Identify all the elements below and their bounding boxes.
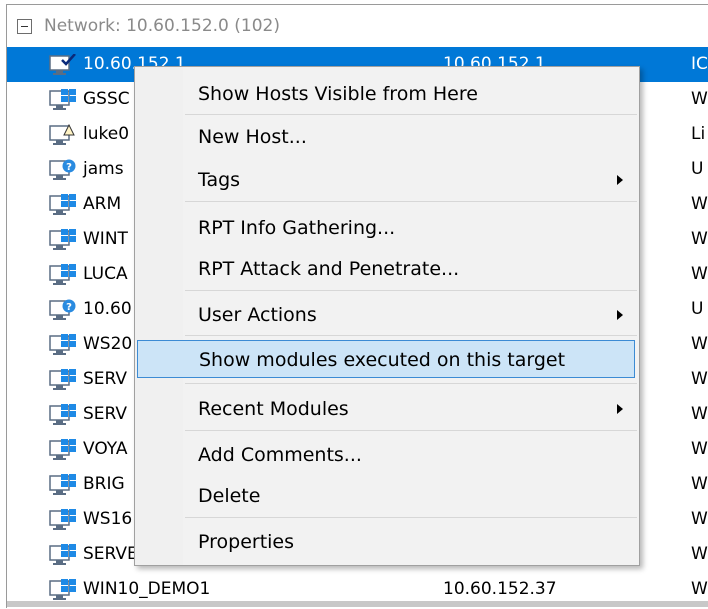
windows-host-icon [49, 89, 77, 111]
host-os: U [691, 299, 704, 319]
host-os: Li [691, 124, 706, 144]
host-os: W [691, 579, 708, 599]
menu-item-add-comments[interactable]: Add Comments... [135, 435, 639, 473]
host-os: W [691, 264, 708, 284]
menu-item-label: Delete [198, 485, 261, 507]
horizontal-scrollbar[interactable] [7, 601, 708, 607]
host-name: SERV [83, 369, 128, 389]
menu-item-new-host[interactable]: New Host... [135, 117, 639, 155]
windows-host-icon [49, 509, 77, 531]
menu-item-recent-modules[interactable]: Recent Modules [135, 389, 639, 427]
host-name: VOYA [83, 439, 128, 459]
host-name: ARM [83, 194, 122, 214]
collapse-icon[interactable] [17, 18, 32, 34]
svg-text:?: ? [66, 162, 72, 173]
menu-separator [185, 114, 637, 115]
host-name: LUCA [83, 264, 128, 284]
host-name: GSSC [83, 89, 130, 109]
menu-separator [185, 335, 637, 336]
host-name: WS20 [83, 334, 133, 354]
windows-host-icon [49, 264, 77, 286]
menu-item-label: Properties [198, 531, 295, 553]
network-label: Network: 10.60.152.0 (102) [44, 16, 280, 36]
host-os: W [691, 369, 708, 389]
windows-host-icon [49, 474, 77, 496]
menu-item-user-actions[interactable]: User Actions [135, 295, 639, 333]
menu-item-label: Add Comments... [198, 444, 362, 466]
windows-host-icon [49, 194, 77, 216]
menu-separator [185, 290, 637, 291]
host-os: W [691, 544, 708, 564]
menu-item-label: Show modules executed on this target [199, 349, 566, 371]
host-os: W [691, 229, 708, 249]
menu-item-label: Recent Modules [198, 398, 349, 420]
context-menu: Show Hosts Visible from Here New Host... T… [134, 66, 640, 566]
menu-separator [185, 517, 637, 518]
windows-host-icon [49, 579, 77, 601]
host-os: W [691, 474, 708, 494]
monitor-check-icon [49, 53, 77, 76]
windows-host-icon [49, 404, 77, 426]
windows-host-icon [49, 229, 77, 251]
unknown-host-icon: ? [49, 159, 77, 181]
menu-item-show-hosts-visible-from-here[interactable]: Show Hosts Visible from Here [135, 74, 639, 112]
menu-item-show-modules-executed-on-this-target[interactable]: Show modules executed on this target [137, 340, 635, 378]
menu-separator [185, 430, 637, 431]
host-name: SERV [83, 404, 128, 424]
host-ip: 10.60.152.37 [443, 579, 557, 599]
menu-item-delete[interactable]: Delete [135, 476, 639, 514]
menu-item-tags[interactable]: Tags [135, 160, 639, 198]
menu-item-label: New Host... [198, 126, 307, 148]
menu-separator [185, 201, 637, 202]
host-os: W [691, 404, 708, 424]
menu-item-label: Show Hosts Visible from Here [198, 83, 478, 105]
host-os: W [691, 439, 708, 459]
host-name: luke0 [83, 124, 130, 144]
unknown-host-icon: ? [49, 299, 77, 321]
host-name: BRIG [83, 474, 125, 494]
windows-host-icon [49, 334, 77, 356]
host-os: W [691, 509, 708, 529]
host-name: WS16 [83, 509, 133, 529]
linux-host-icon [49, 123, 77, 146]
host-name: WINT [83, 229, 128, 249]
host-name: WIN10_DEMO1 [83, 579, 211, 599]
menu-separator [185, 383, 637, 384]
submenu-arrow-icon [617, 175, 623, 185]
menu-item-rpt-attack-and-penetrate[interactable]: RPT Attack and Penetrate... [135, 249, 639, 287]
menu-item-label: RPT Info Gathering... [198, 217, 396, 239]
menu-item-rpt-info-gathering[interactable]: RPT Info Gathering... [135, 208, 639, 246]
host-name: 10.60 [83, 299, 132, 319]
host-os: IC [691, 54, 708, 74]
windows-host-icon [49, 369, 77, 391]
menu-item-label: Tags [198, 169, 241, 191]
menu-item-label: User Actions [198, 304, 317, 326]
host-os: W [691, 194, 708, 214]
svg-text:?: ? [66, 302, 72, 313]
menu-item-properties[interactable]: Properties [135, 522, 639, 560]
host-name: jams [83, 159, 124, 179]
host-os: U [691, 159, 704, 179]
windows-host-icon [49, 439, 77, 461]
host-os: W [691, 334, 708, 354]
submenu-arrow-icon [617, 310, 623, 320]
network-node[interactable]: Network: 10.60.152.0 (102) [7, 5, 708, 47]
menu-item-label: RPT Attack and Penetrate... [198, 258, 460, 280]
host-os: W [691, 89, 708, 109]
submenu-arrow-icon [617, 404, 623, 414]
windows-host-icon [49, 544, 77, 566]
